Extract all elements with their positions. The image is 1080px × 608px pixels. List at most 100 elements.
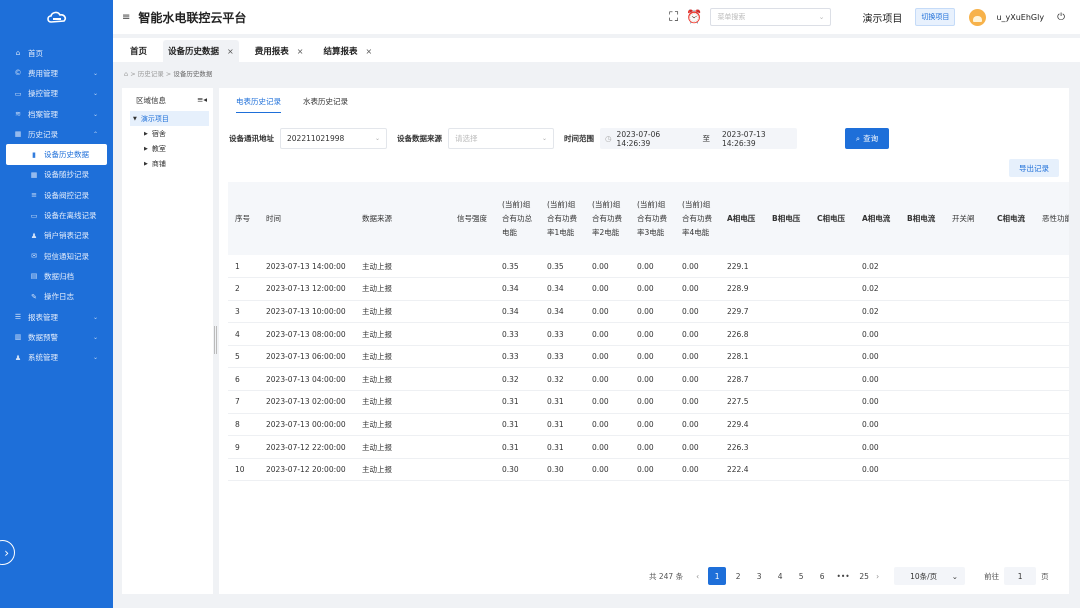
table-row[interactable]: 8 2023-07-13 00:00:00 主动上报 0.31 0.31 0.00 0.00… [228, 413, 1069, 437]
table-row[interactable]: 2 2023-07-13 12:00:00 主动上报 0.34 0.34 0.00 0.00… [228, 277, 1069, 301]
more-pages-icon[interactable]: ••• [834, 567, 852, 585]
end-date[interactable]: 2023-07-13 14:26:39 [722, 130, 792, 148]
page-number[interactable]: 3 [750, 567, 768, 585]
sidebar-item[interactable]: ▦ 历史记录 ⌃ [0, 124, 113, 144]
column-header[interactable]: (当前)组合有功费率1电能 [540, 182, 585, 255]
page-number[interactable]: 25 [855, 567, 873, 585]
column-header[interactable]: 数据来源 [355, 182, 450, 255]
collapse-tree-icon[interactable]: ≡◂ [197, 95, 207, 106]
chevron-right-icon[interactable]: › [0, 540, 15, 565]
column-header[interactable]: 序号 [228, 182, 259, 255]
sidebar-item[interactable]: ▮ 设备历史数据 [6, 144, 107, 165]
page-number[interactable]: 2 [729, 567, 747, 585]
sidebar-item[interactable]: ♟ 销户销表记录 [0, 226, 113, 246]
column-header[interactable]: 时间 [259, 182, 355, 255]
page-size-select[interactable]: 10条/页 ⌄ [894, 567, 966, 585]
tree-node-root[interactable]: ▼ 演示项目 [130, 111, 209, 126]
home-icon[interactable]: ⌂ [124, 70, 128, 78]
switch-project-button[interactable]: 切换项目 [915, 8, 956, 26]
device-address-select[interactable]: 202211021998 ⌄ [280, 128, 387, 149]
caret-right-icon[interactable]: ▶ [144, 146, 148, 152]
query-label: 查询 [863, 134, 879, 143]
table-row[interactable]: 4 2023-07-13 08:00:00 主动上报 0.33 0.33 0.00 0.00… [228, 322, 1069, 346]
sidebar-item[interactable]: ☰ 报表管理 ⌄ [0, 307, 113, 327]
caret-right-icon[interactable]: ▶ [144, 161, 148, 167]
avatar[interactable] [969, 8, 987, 26]
tab-item[interactable]: 设备历史数据 × [163, 40, 239, 62]
menu-search-select[interactable]: 菜单搜索 ⌄ [710, 8, 832, 26]
table-row[interactable]: 3 2023-07-13 10:00:00 主动上报 0.34 0.34 0.00 0.00… [228, 300, 1069, 324]
chevron-left-icon[interactable]: ‹ [696, 572, 699, 581]
table-cell: 0.00 [675, 458, 720, 482]
table-row[interactable]: 6 2023-07-13 04:00:00 主动上报 0.32 0.32 0.00 0.00… [228, 367, 1069, 392]
caret-right-icon[interactable]: ▶ [144, 131, 148, 137]
close-icon[interactable]: × [365, 47, 372, 56]
chevron-down-icon: ⌄ [92, 90, 98, 98]
tree-node[interactable]: ▶ 宿舍 [122, 126, 213, 141]
column-header[interactable]: B相电流 [900, 182, 945, 255]
alarm-clock-icon[interactable]: ⏰ [686, 10, 702, 25]
sidebar-item[interactable]: ≋ 档案管理 ⌄ [0, 104, 113, 124]
sidebar-item[interactable]: ▭ 操控管理 ⌄ [0, 84, 113, 104]
sidebar-item[interactable]: ⌂ 首页 [0, 43, 113, 63]
sidebar-item[interactable]: © 费用管理 ⌄ [0, 63, 113, 83]
table-row[interactable]: 10 2023-07-12 20:00:00 主动上报 0.30 0.30 0.00 0.0… [228, 458, 1069, 482]
sidebar-item[interactable]: ✎ 操作日志 [0, 287, 113, 307]
sidebar-item[interactable]: ▥ 数据预警 ⌄ [0, 327, 113, 347]
menu-fold-icon[interactable]: ≡ [122, 12, 130, 23]
username[interactable]: u_yXuEhGly [996, 13, 1044, 22]
query-button[interactable]: ⌕ 查询 [845, 128, 889, 149]
main-card: 电表历史记录 水表历史记录 设备通讯地址 202211021998 ⌄ 设备数据来… [219, 88, 1069, 594]
column-header[interactable]: (当前)组合有功费率3电能 [630, 182, 675, 255]
tree-node[interactable]: ▶ 教室 [122, 141, 213, 156]
caret-down-icon[interactable]: ▼ [133, 116, 137, 122]
column-header[interactable]: 开关闸 [945, 182, 990, 255]
tab-item[interactable]: 结算报表 × [319, 40, 376, 62]
column-header[interactable]: 恶性功能 [1035, 182, 1069, 255]
page-number[interactable]: 6 [813, 567, 831, 585]
column-header[interactable]: 信号强度 [450, 182, 495, 255]
sidebar-item[interactable]: ♟ 系统管理 ⌄ [0, 347, 113, 367]
close-icon[interactable]: × [297, 47, 304, 56]
column-header[interactable]: (当前)组合有功总电能 [495, 182, 540, 255]
table-cell: 主动上报 [355, 413, 450, 437]
data-source-select[interactable]: 请选择 ⌄ [448, 128, 554, 149]
sidebar-item[interactable]: ▭ 设备在离线记录 [0, 205, 113, 225]
meter-tab[interactable]: 电表历史记录 [236, 96, 281, 113]
fullscreen-icon[interactable]: ⛶ [669, 10, 678, 25]
table-cell [810, 300, 855, 324]
date-range-picker[interactable]: ◷ 2023-07-06 14:26:39 至 2023-07-13 14:26… [600, 128, 797, 149]
column-header[interactable]: (当前)组合有功费率2电能 [585, 182, 630, 255]
meter-tab[interactable]: 水表历史记录 [303, 96, 348, 113]
column-header[interactable]: (当前)组合有功费率4电能 [675, 182, 720, 255]
sidebar-item[interactable]: ✉ 短信通知记录 [0, 246, 113, 266]
table-row[interactable]: 7 2023-07-13 02:00:00 主动上报 0.31 0.31 0.00 0.00… [228, 390, 1069, 414]
page-number[interactable]: 5 [792, 567, 810, 585]
sidebar-item[interactable]: ▤ 数据归档 [0, 266, 113, 286]
sidebar-item[interactable]: ▦ 设备随抄记录 [0, 165, 113, 185]
history-table: 序号 时间 数据来源 信号强度 (当前)组合有功总电能 (当前)组合有功费率1电能 (当前)… [228, 182, 1069, 482]
tree-node[interactable]: ▶ 商铺 [122, 156, 213, 171]
table-row[interactable]: 1 2023-07-13 14:00:00 主动上报 0.35 0.35 0.00 0.00… [228, 255, 1069, 279]
power-icon[interactable]: ⏻ [1057, 12, 1065, 23]
column-header[interactable]: C相电压 [810, 182, 855, 255]
table-row[interactable]: 9 2023-07-12 22:00:00 主动上报 0.31 0.31 0.00 0.00… [228, 435, 1069, 459]
tab-item[interactable]: 首页 [126, 40, 151, 62]
column-header[interactable]: C相电流 [990, 182, 1035, 255]
export-button[interactable]: 导出记录 [1009, 159, 1059, 177]
page-number[interactable]: 4 [771, 567, 789, 585]
chevron-right-icon[interactable]: › [876, 572, 879, 581]
start-date[interactable]: 2023-07-06 14:26:39 [617, 130, 687, 148]
panel-splitter[interactable] [214, 326, 217, 354]
tab-item[interactable]: 费用报表 × [251, 40, 308, 62]
table-cell [945, 413, 990, 437]
breadcrumb-item[interactable]: 历史记录 [138, 70, 164, 78]
column-header[interactable]: B相电压 [765, 182, 810, 255]
goto-page-input[interactable]: 1 [1004, 567, 1037, 585]
table-row[interactable]: 5 2023-07-13 06:00:00 主动上报 0.33 0.33 0.00 0.00… [228, 345, 1069, 369]
sidebar-item[interactable]: ≡ 设备阀控记录 [0, 185, 113, 205]
page-number[interactable]: 1 [708, 567, 727, 585]
close-icon[interactable]: × [227, 47, 234, 56]
column-header[interactable]: A相电压 [720, 182, 765, 255]
column-header[interactable]: A相电流 [855, 182, 900, 255]
